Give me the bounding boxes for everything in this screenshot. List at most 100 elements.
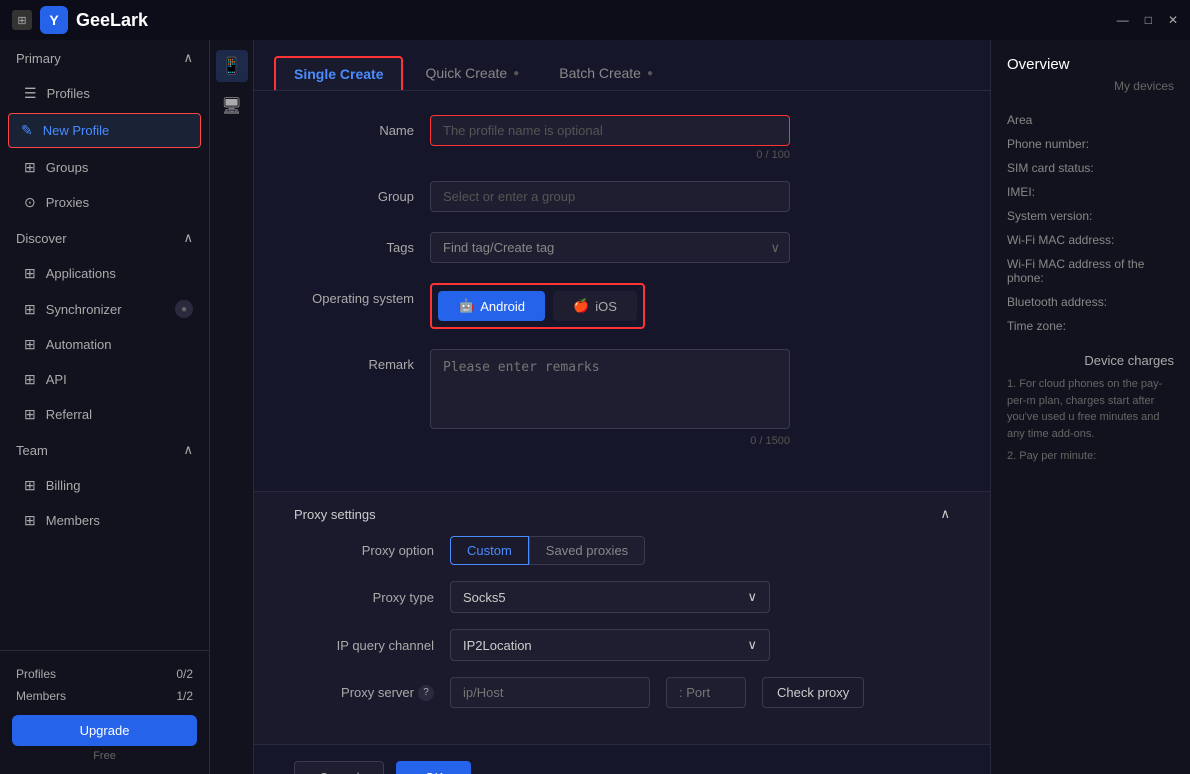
tab-icon: ● <box>513 68 519 79</box>
sidebar-item-groups[interactable]: ⊞ Groups <box>0 150 209 185</box>
name-input[interactable] <box>430 115 790 146</box>
form-area: Name 0 / 100 Group Tags <box>254 91 990 491</box>
sidebar-item-synchronizer[interactable]: ⊞ Synchronizer ● <box>0 291 209 327</box>
proxy-chevron-up-icon: ∧ <box>940 506 950 522</box>
tags-select[interactable]: Find tag/Create tag <box>430 232 790 263</box>
sidebar-item-members[interactable]: ⊞ Members <box>0 503 209 538</box>
name-row: Name 0 / 100 <box>294 115 950 161</box>
sidebar-item-profiles[interactable]: ☰ Profiles <box>0 76 209 111</box>
remark-row: Remark 0 / 1500 <box>294 349 950 447</box>
sidebar-discover-header[interactable]: Discover ∧ <box>0 220 209 256</box>
phone-number-label: Phone number: <box>1007 137 1174 151</box>
right-panel: Overview My devices Area Phone number: S… <box>990 40 1190 774</box>
proxy-option-label: Proxy option <box>294 543 434 558</box>
imei-label: IMEI: <box>1007 185 1174 199</box>
remark-textarea[interactable] <box>430 349 790 429</box>
sim-status-label: SIM card status: <box>1007 161 1174 175</box>
proxy-type-value: Socks5 <box>463 590 506 605</box>
sidebar-item-applications[interactable]: ⊞ Applications <box>0 256 209 291</box>
device-charges-title: Device charges <box>1007 353 1174 368</box>
proxy-type-select-wrapper: Socks5 ∨ <box>450 581 770 613</box>
ip-channel-value: IP2Location <box>463 638 532 653</box>
ip-channel-select[interactable]: IP2Location ∨ <box>450 629 770 661</box>
proxy-section-header[interactable]: Proxy settings ∧ <box>294 492 950 536</box>
area-label: Area <box>1007 113 1174 127</box>
sidebar: Primary ∧ ☰ Profiles ✎ New Profile ⊞ Gro… <box>0 40 210 774</box>
proxy-type-label: Proxy type <box>294 590 434 605</box>
tags-label: Tags <box>294 232 414 255</box>
group-input[interactable] <box>430 181 790 212</box>
name-counter: 0 / 100 <box>430 149 790 161</box>
upgrade-button[interactable]: Upgrade <box>12 715 197 746</box>
bluetooth-label: Bluetooth address: <box>1007 295 1174 309</box>
plan-label: Free <box>12 750 197 762</box>
proxy-type-chevron-icon: ∨ <box>747 589 757 605</box>
mobile-view-button[interactable]: 📱 <box>216 50 248 82</box>
window-icon[interactable]: ⊞ <box>12 10 32 30</box>
close-button[interactable]: ✕ <box>1168 13 1178 27</box>
sidebar-item-proxies[interactable]: ⊙ Proxies <box>0 185 209 220</box>
cancel-button[interactable]: Cancel <box>294 761 384 774</box>
tags-placeholder: Find tag/Create tag <box>443 240 554 255</box>
icon-strip: 📱 🖥 <box>210 40 254 774</box>
overview-title: Overview <box>1007 56 1174 73</box>
synchronizer-icon: ⊞ <box>24 301 36 318</box>
window-controls: — □ ✕ <box>1117 13 1178 27</box>
tags-control: Find tag/Create tag ∨ <box>430 232 790 263</box>
proxy-port-input[interactable] <box>666 677 746 708</box>
sidebar-item-label: Proxies <box>46 195 89 210</box>
proxy-info-icon[interactable]: ? <box>418 685 434 701</box>
timezone-field: Time zone: <box>1007 319 1174 333</box>
content-area: 📱 🖥 Single Create Quick Create ● Batch C… <box>210 40 1190 774</box>
tab-batch-create[interactable]: Batch Create ● <box>541 57 671 89</box>
sidebar-item-api[interactable]: ⊞ API <box>0 362 209 397</box>
proxy-type-select[interactable]: Socks5 ∨ <box>450 581 770 613</box>
tab-single-create[interactable]: Single Create <box>274 56 403 90</box>
android-button[interactable]: 🤖 Android <box>438 291 545 321</box>
sidebar-item-new-profile[interactable]: ✎ New Profile <box>8 113 201 148</box>
chevron-up-icon: ∧ <box>183 230 193 246</box>
sidebar-item-label: Profiles <box>47 86 90 101</box>
proxy-server-label: Proxy server ? <box>294 685 434 701</box>
maximize-button[interactable]: □ <box>1145 13 1152 27</box>
tab-icon: ● <box>647 68 653 79</box>
minimize-button[interactable]: — <box>1117 13 1129 27</box>
device-charges-section: Device charges 1. For cloud phones on th… <box>1007 353 1174 465</box>
sidebar-team-header[interactable]: Team ∧ <box>0 432 209 468</box>
phone-number-field: Phone number: <box>1007 137 1174 151</box>
proxy-server-row: Proxy server ? Check proxy <box>294 677 950 708</box>
main-panel: Single Create Quick Create ● Batch Creat… <box>254 40 990 774</box>
sidebar-primary-header[interactable]: Primary ∧ <box>0 40 209 76</box>
ip-channel-select-wrapper: IP2Location ∨ <box>450 629 770 661</box>
primary-label: Primary <box>16 51 61 66</box>
ios-button[interactable]: 🍎 iOS <box>553 291 637 321</box>
pay-per-minute-label: 2. Pay per minute: <box>1007 448 1174 465</box>
team-label: Team <box>16 443 48 458</box>
ip-channel-row: IP query channel IP2Location ∨ <box>294 629 950 661</box>
timezone-label: Time zone: <box>1007 319 1174 333</box>
desktop-view-button[interactable]: 🖥 <box>216 90 248 122</box>
sidebar-item-label: New Profile <box>43 123 109 138</box>
check-proxy-button[interactable]: Check proxy <box>762 677 864 708</box>
proxy-option-buttons: Custom Saved proxies <box>450 536 645 565</box>
wifi-mac-phone-label: Wi-Fi MAC address of the phone: <box>1007 257 1174 285</box>
members-stat-label: Members <box>16 689 66 703</box>
imei-field: IMEI: <box>1007 185 1174 199</box>
sidebar-item-automation[interactable]: ⊞ Automation <box>0 327 209 362</box>
wifi-mac-phone-field: Wi-Fi MAC address of the phone: <box>1007 257 1174 285</box>
proxy-host-input[interactable] <box>450 677 650 708</box>
sync-badge: ● <box>175 300 193 318</box>
custom-proxy-button[interactable]: Custom <box>450 536 529 565</box>
sidebar-item-billing[interactable]: ⊞ Billing <box>0 468 209 503</box>
sidebar-item-label: Applications <box>46 266 116 281</box>
remark-control: 0 / 1500 <box>430 349 790 447</box>
tags-select-wrapper: Find tag/Create tag ∨ <box>430 232 790 263</box>
sidebar-item-referral[interactable]: ⊞ Referral <box>0 397 209 432</box>
tab-quick-create[interactable]: Quick Create ● <box>407 57 537 89</box>
app-name: GeeLark <box>76 10 148 31</box>
saved-proxies-button[interactable]: Saved proxies <box>529 536 645 565</box>
android-icon: 🤖 <box>458 298 474 314</box>
app-logo: Y <box>40 6 68 34</box>
ok-button[interactable]: OK <box>396 761 471 774</box>
group-label: Group <box>294 181 414 204</box>
